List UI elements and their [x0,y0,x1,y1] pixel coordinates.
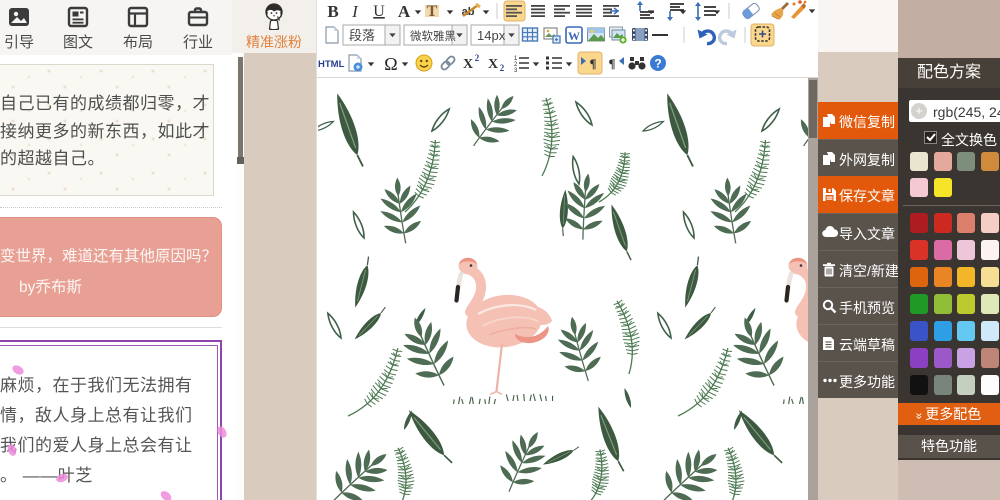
svg-text:2: 2 [500,63,505,73]
svg-text:W: W [568,29,580,43]
svg-text:?: ? [654,57,661,71]
svg-text:X: X [488,57,498,72]
svg-text:I: I [351,2,359,21]
svg-text:微软雅黑: 微软雅黑 [410,29,456,43]
svg-text:¶: ¶ [608,56,615,71]
svg-text:¶: ¶ [589,56,596,71]
svg-text:U: U [373,3,385,20]
svg-text:3: 3 [514,68,518,74]
svg-text:段落: 段落 [349,28,375,43]
svg-text:A: A [398,2,411,21]
svg-text:B: B [327,2,338,21]
svg-text:HTML: HTML [318,59,345,70]
svg-text:14px: 14px [477,28,506,43]
svg-text:2: 2 [475,53,480,63]
svg-text:Ω: Ω [384,54,397,74]
svg-text:T: T [427,3,438,20]
svg-text:X: X [463,57,473,72]
